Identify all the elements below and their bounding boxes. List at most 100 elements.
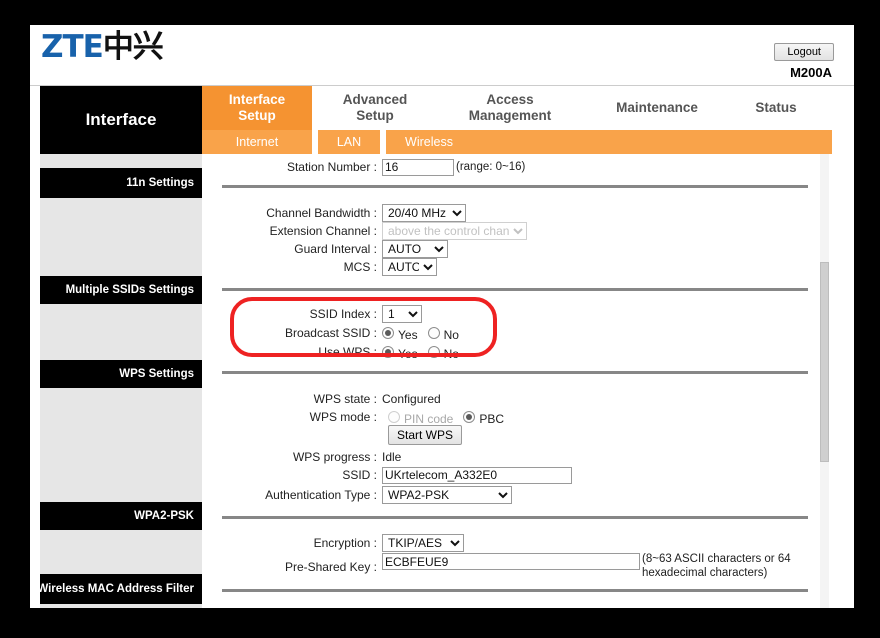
sidebar-item-multiple-ssids-settings[interactable]: Multiple SSIDs Settings bbox=[40, 276, 202, 304]
tab-interface-setup[interactable]: Interface Setup bbox=[202, 86, 312, 130]
row-encryption: Encryption : TKIP/AES bbox=[202, 534, 464, 552]
tab-access-management[interactable]: Access Management bbox=[440, 86, 580, 130]
row-station-number: Station Number : (range: 0~16) bbox=[202, 158, 525, 176]
pre-shared-key-hint: (8~63 ASCII characters or 64 hexadecimal… bbox=[642, 553, 791, 580]
logo-latin-text: ZTE bbox=[41, 29, 104, 65]
device-model-label: M200A bbox=[790, 65, 832, 80]
scrollbar-thumb[interactable] bbox=[820, 262, 829, 462]
row-start-wps: Start WPS bbox=[388, 425, 463, 445]
mcs-select[interactable]: AUTO bbox=[382, 258, 437, 276]
row-guard-interval: Guard Interval : AUTO bbox=[202, 240, 448, 258]
logo-cjk-text: 中兴 bbox=[102, 29, 164, 65]
row-ssid-index: SSID Index : 1 bbox=[202, 305, 422, 323]
ssid-input[interactable] bbox=[382, 466, 572, 484]
wps-progress-label: WPS progress : bbox=[292, 450, 377, 464]
tab-advanced-setup-line2: Setup bbox=[356, 108, 394, 123]
divider-wireless-mac-filter bbox=[222, 589, 808, 592]
wps-mode-pin-label: PIN code bbox=[404, 411, 454, 426]
main-tabs: Interface Setup Advanced Setup Access Ma… bbox=[202, 86, 854, 130]
tab-interface-setup-line1: Interface bbox=[228, 92, 286, 108]
row-wps-mode: WPS mode : PIN code PBC bbox=[202, 408, 514, 426]
sidebar: 11n Settings Multiple SSIDs Settings WPS… bbox=[37, 154, 202, 608]
router-admin-page: ZTE中兴 Logout M200A Interface Interface S… bbox=[30, 25, 854, 608]
wps-state-value: Configured bbox=[382, 392, 441, 406]
tab-access-management-line1: Access bbox=[486, 92, 534, 108]
wps-state-label: WPS state : bbox=[313, 392, 377, 406]
navigation-bar: Interface Interface Setup Advanced Setup… bbox=[30, 86, 854, 154]
use-wps-yes-radio[interactable] bbox=[382, 346, 394, 358]
divider-11n bbox=[222, 185, 808, 188]
start-wps-button[interactable]: Start WPS bbox=[388, 425, 463, 445]
divider-multiple-ssids bbox=[222, 288, 808, 291]
row-wps-progress: WPS progress : Idle bbox=[202, 448, 401, 466]
station-number-hint: (range: 0~16) bbox=[456, 161, 526, 173]
wps-mode-pbc-label: PBC bbox=[479, 411, 505, 426]
tab-status[interactable]: Status bbox=[730, 86, 822, 130]
channel-bandwidth-select[interactable]: 20/40 MHz bbox=[382, 204, 466, 222]
tab-advanced-setup[interactable]: Advanced Setup bbox=[314, 86, 436, 130]
tab-maintenance[interactable]: Maintenance bbox=[592, 86, 722, 130]
encryption-label: Encryption : bbox=[313, 536, 377, 550]
tab-advanced-setup-line1: Advanced bbox=[342, 92, 408, 108]
ssid-label: SSID : bbox=[342, 468, 377, 482]
row-broadcast-ssid: Broadcast SSID : Yes No bbox=[202, 324, 469, 342]
section-title-interface: Interface bbox=[40, 86, 202, 154]
row-extension-channel: Extension Channel : above the control ch… bbox=[202, 222, 527, 240]
broadcast-ssid-no-label: No bbox=[443, 327, 459, 342]
encryption-select[interactable]: TKIP/AES bbox=[382, 534, 464, 552]
logout-button[interactable]: Logout bbox=[774, 43, 834, 61]
authentication-type-select[interactable]: WPA2-PSK bbox=[382, 486, 512, 504]
subtab-wireless[interactable]: Wireless bbox=[386, 130, 472, 154]
sidebar-item-wireless-mac-address-filter[interactable]: Wireless MAC Address Filter bbox=[37, 574, 202, 604]
pre-shared-key-input[interactable] bbox=[382, 553, 640, 570]
mcs-label: MCS : bbox=[343, 260, 377, 274]
extension-channel-label: Extension Channel : bbox=[269, 224, 377, 238]
subtab-internet[interactable]: Internet bbox=[202, 130, 312, 154]
guard-interval-label: Guard Interval : bbox=[294, 242, 377, 256]
use-wps-label: Use WPS : bbox=[318, 345, 377, 359]
station-number-label: Station Number : bbox=[286, 160, 377, 174]
broadcast-ssid-yes-radio[interactable] bbox=[382, 327, 394, 339]
sidebar-item-wps-settings[interactable]: WPS Settings bbox=[40, 360, 202, 388]
row-wps-state: WPS state : Configured bbox=[202, 390, 441, 408]
use-wps-yes-label: Yes bbox=[398, 346, 418, 361]
wps-mode-pin-radio[interactable] bbox=[388, 411, 400, 423]
ssid-index-select[interactable]: 1 bbox=[382, 305, 422, 323]
subtab-lan[interactable]: LAN bbox=[318, 130, 380, 154]
pre-shared-key-label: Pre-Shared Key : bbox=[284, 560, 377, 574]
wps-mode-label: WPS mode : bbox=[309, 410, 377, 424]
tab-access-management-line2: Management bbox=[468, 108, 552, 123]
row-ssid: SSID : bbox=[202, 466, 572, 484]
row-mcs: MCS : AUTO bbox=[202, 258, 437, 276]
broadcast-ssid-yes-label: Yes bbox=[398, 327, 418, 342]
use-wps-radio-group: Yes No bbox=[382, 344, 469, 361]
divider-wps bbox=[222, 371, 808, 374]
wps-mode-pbc-radio[interactable] bbox=[463, 411, 476, 423]
settings-content: Station Number : (range: 0~16) Channel B… bbox=[202, 154, 832, 608]
tab-interface-setup-line2: Setup bbox=[238, 108, 276, 123]
tab-status-label: Status bbox=[755, 100, 797, 116]
use-wps-no-radio[interactable] bbox=[427, 346, 440, 358]
wps-mode-radio-group: PIN code PBC bbox=[388, 409, 514, 426]
sidebar-item-11n-settings[interactable]: 11n Settings bbox=[40, 168, 202, 198]
broadcast-ssid-radio-group: Yes No bbox=[382, 325, 469, 342]
row-use-wps: Use WPS : Yes No bbox=[202, 343, 469, 361]
row-authentication-type: Authentication Type : WPA2-PSK bbox=[202, 486, 512, 504]
authentication-type-label: Authentication Type : bbox=[265, 488, 377, 502]
use-wps-no-label: No bbox=[443, 346, 459, 361]
row-channel-bandwidth: Channel Bandwidth : 20/40 MHz bbox=[202, 204, 466, 222]
divider-wpa2-psk bbox=[222, 516, 808, 519]
wps-progress-value: Idle bbox=[382, 450, 402, 464]
extension-channel-select[interactable]: above the control channel bbox=[382, 222, 527, 240]
broadcast-ssid-no-radio[interactable] bbox=[427, 327, 440, 339]
content-scrollbar[interactable] bbox=[820, 154, 829, 608]
ssid-index-label: SSID Index : bbox=[309, 307, 377, 321]
sidebar-item-wpa2-psk[interactable]: WPA2-PSK bbox=[40, 502, 202, 530]
tab-maintenance-label: Maintenance bbox=[616, 100, 698, 116]
zte-logo: ZTE中兴 bbox=[41, 29, 164, 65]
guard-interval-select[interactable]: AUTO bbox=[382, 240, 448, 258]
row-pre-shared-key: Pre-Shared Key : (8~63 ASCII characters … bbox=[202, 552, 802, 586]
station-number-input[interactable] bbox=[382, 158, 454, 176]
screenshot-root: ZTE中兴 Logout M200A Interface Interface S… bbox=[0, 0, 880, 638]
page-body: 11n Settings Multiple SSIDs Settings WPS… bbox=[30, 154, 854, 608]
